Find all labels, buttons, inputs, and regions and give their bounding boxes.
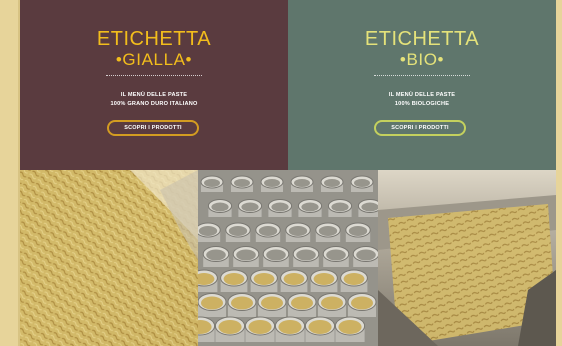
dotted-divider <box>106 75 202 76</box>
dotted-divider <box>374 75 470 76</box>
brand-line2: •BIO• <box>399 50 445 69</box>
etichetta-bio-logo: ETICHETTA •BIO• <box>288 29 556 68</box>
subtitle-line1: IL MENÙ DELLE PASTE <box>120 92 188 98</box>
card-subtitle: IL MENÙ DELLE PASTE 100% GRANO DURO ITAL… <box>20 91 288 109</box>
card-subtitle: IL MENÙ DELLE PASTE 100% BIOLOGICHE <box>288 91 556 109</box>
brand-line2: •GIALLA• <box>115 50 193 69</box>
brand-line1: ETICHETTA <box>96 28 212 50</box>
subtitle-line2: 100% BIOLOGICHE <box>394 101 450 107</box>
scopri-prodotti-gialla-button[interactable]: SCOPRI I PRODOTTI <box>107 120 199 136</box>
brand-line1: ETICHETTA <box>364 28 480 50</box>
subtitle-line2: 100% GRANO DURO ITALIANO <box>110 101 198 107</box>
pasta-conveyor-photo <box>378 170 556 346</box>
etichetta-gialla-card: ETICHETTA •GIALLA• IL MENÙ DELLE PASTE 1… <box>20 0 288 170</box>
pasta-pile-photo <box>20 170 198 346</box>
etichetta-gialla-logo: ETICHETTA •GIALLA• <box>20 29 288 68</box>
pasta-machine-cups-photo <box>198 170 378 346</box>
scopri-prodotti-bio-button[interactable]: SCOPRI I PRODOTTI <box>374 120 466 136</box>
etichetta-bio-card: ETICHETTA •BIO• IL MENÙ DELLE PASTE 100%… <box>288 0 556 170</box>
subtitle-line1: IL MENÙ DELLE PASTE <box>388 92 456 98</box>
